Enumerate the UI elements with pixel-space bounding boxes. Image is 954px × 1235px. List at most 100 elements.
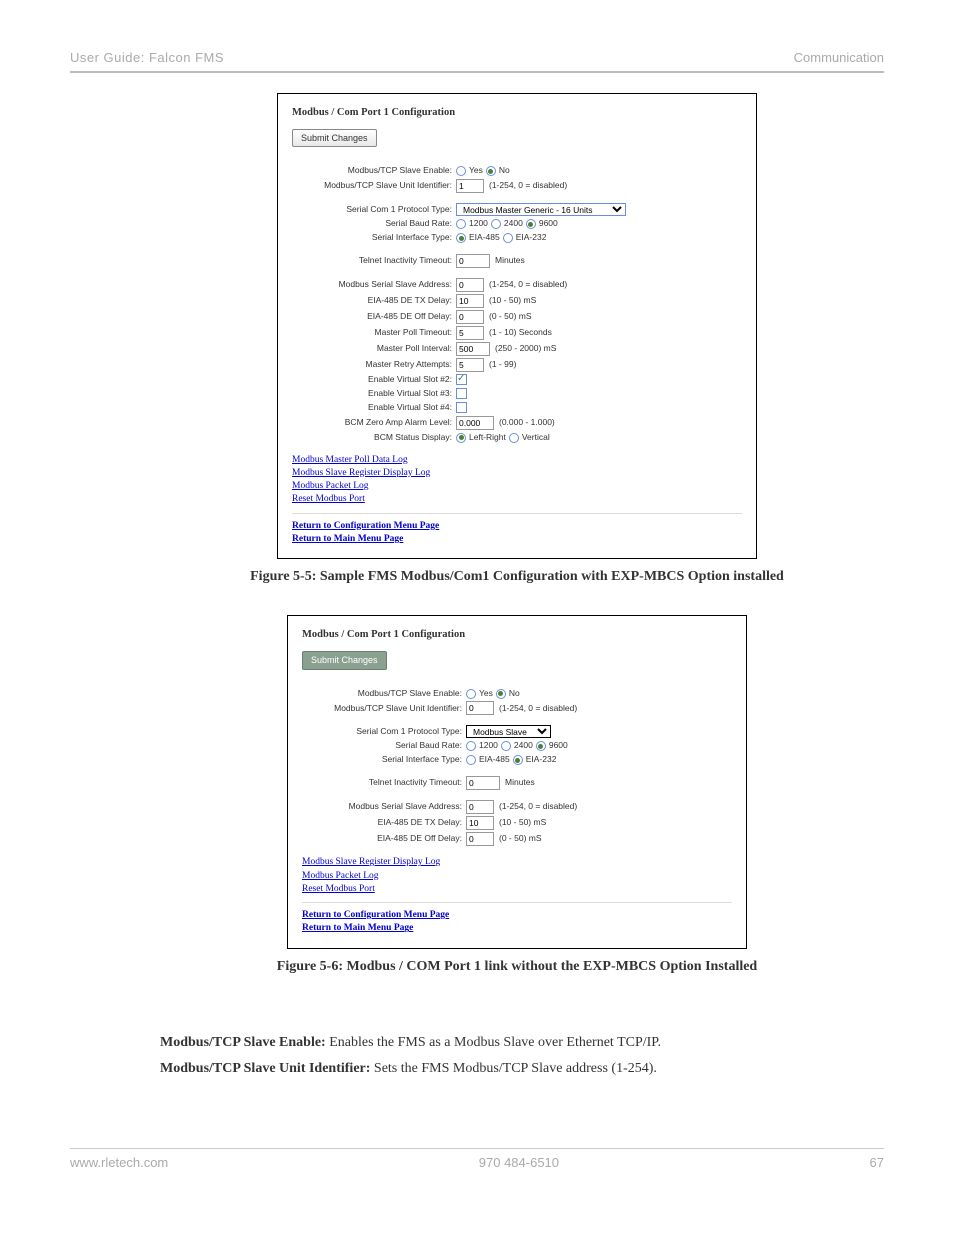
paragraph-2: Modbus/TCP Slave Unit Identifier: Sets t… [160,1061,874,1077]
tx-delay-hint-2: (10 - 50) mS [499,817,546,829]
vs2-checkbox[interactable] [456,374,467,385]
iface-485-radio-2[interactable] [466,755,476,765]
baud-9600-text-2: 9600 [549,740,568,752]
baud-2400-text-2: 2400 [514,740,533,752]
off-delay-label: EIA-485 DE Off Delay: [292,311,456,323]
bcm-v-radio[interactable] [509,433,519,443]
iface-232-radio[interactable] [503,233,513,243]
p2-bold: Modbus/TCP Slave Unit Identifier: [160,1061,370,1076]
slave-enable-no-text-2: No [509,688,520,700]
link-slave-reg-log-2[interactable]: Modbus Slave Register Display Log [302,856,732,869]
p1-rest: Enables the FMS as a Modbus Slave over E… [326,1035,661,1050]
iface-label: Serial Interface Type: [292,232,456,244]
baud-9600-radio-2[interactable] [536,741,546,751]
tx-delay-input[interactable] [456,294,484,308]
link-return-config[interactable]: Return to Configuration Menu Page [292,520,742,533]
link-reset-port-2[interactable]: Reset Modbus Port [302,883,732,896]
link-return-config-2[interactable]: Return to Configuration Menu Page [302,909,732,922]
tx-delay-input-2[interactable] [466,816,494,830]
baud-9600-text: 9600 [539,218,558,230]
retry-label: Master Retry Attempts: [292,359,456,371]
slave-addr-hint: (1-254, 0 = disabled) [489,279,567,291]
poll-to-hint: (1 - 10) Seconds [489,327,552,339]
slave-enable-label-2: Modbus/TCP Slave Enable: [302,688,466,700]
baud-1200-text-2: 1200 [479,740,498,752]
slave-unit-id-label-2: Modbus/TCP Slave Unit Identifier: [302,703,466,715]
link-master-poll-log[interactable]: Modbus Master Poll Data Log [292,454,742,467]
slave-enable-no-text: No [499,165,510,177]
slave-enable-yes-text-2: Yes [479,688,493,700]
poll-to-input[interactable] [456,326,484,340]
tx-delay-label: EIA-485 DE TX Delay: [292,295,456,307]
retry-input[interactable] [456,358,484,372]
iface-485-text-2: EIA-485 [479,754,510,766]
off-delay-input[interactable] [456,310,484,324]
link-return-main-2[interactable]: Return to Main Menu Page [302,922,732,935]
iface-label-2: Serial Interface Type: [302,754,466,766]
figure-5-5-caption: Figure 5-5: Sample FMS Modbus/Com1 Confi… [160,569,874,585]
link-return-main[interactable]: Return to Main Menu Page [292,533,742,546]
slave-unit-id-label: Modbus/TCP Slave Unit Identifier: [292,180,456,192]
bcm-zero-input[interactable] [456,416,494,430]
submit-changes-button[interactable]: Submit Changes [292,129,377,148]
protocol-type-label: Serial Com 1 Protocol Type: [292,204,456,216]
vs4-label: Enable Virtual Slot #4: [292,402,456,414]
link-reset-port[interactable]: Reset Modbus Port [292,493,742,506]
baud-2400-radio-2[interactable] [501,741,511,751]
baud-label: Serial Baud Rate: [292,218,456,230]
bcm-v-text: Vertical [522,432,550,444]
telnet-label: Telnet Inactivity Timeout: [292,255,456,267]
protocol-type-select[interactable]: Modbus Master Generic - 16 Units [456,203,626,216]
slave-enable-yes-radio-2[interactable] [466,689,476,699]
slave-enable-no-radio[interactable] [486,166,496,176]
bcm-zero-label: BCM Zero Amp Alarm Level: [292,417,456,429]
poll-to-label: Master Poll Timeout: [292,327,456,339]
bcm-lr-text: Left-Right [469,432,506,444]
baud-1200-text: 1200 [469,218,488,230]
bcm-lr-radio[interactable] [456,433,466,443]
telnet-input-2[interactable] [466,776,500,790]
header-right: Communication [794,50,884,65]
protocol-type-select-2[interactable]: Modbus Slave [466,725,551,738]
off-delay-hint: (0 - 50) mS [489,311,532,323]
poll-int-label: Master Poll Interval: [292,343,456,355]
link-packet-log[interactable]: Modbus Packet Log [292,480,742,493]
baud-9600-radio[interactable] [526,219,536,229]
slave-enable-yes-radio[interactable] [456,166,466,176]
p1-bold: Modbus/TCP Slave Enable: [160,1035,326,1050]
slave-unit-id-hint-2: (1-254, 0 = disabled) [499,703,577,715]
slave-enable-yes-text: Yes [469,165,483,177]
slave-enable-no-radio-2[interactable] [496,689,506,699]
footer-center: 970 484-6510 [479,1155,559,1170]
off-delay-label-2: EIA-485 DE Off Delay: [302,833,466,845]
page-footer: www.rletech.com 970 484-6510 67 [70,1148,884,1170]
p2-rest: Sets the FMS Modbus/TCP Slave address (1… [370,1061,656,1076]
baud-label-2: Serial Baud Rate: [302,740,466,752]
slave-unit-id-hint: (1-254, 0 = disabled) [489,180,567,192]
submit-changes-button-2[interactable]: Submit Changes [302,651,387,670]
slave-unit-id-input[interactable] [456,179,484,193]
link-packet-log-2[interactable]: Modbus Packet Log [302,870,732,883]
slave-unit-id-input-2[interactable] [466,701,494,715]
iface-232-radio-2[interactable] [513,755,523,765]
telnet-input[interactable] [456,254,490,268]
paragraph-1: Modbus/TCP Slave Enable: Enables the FMS… [160,1035,874,1051]
poll-int-input[interactable] [456,342,490,356]
vs4-checkbox[interactable] [456,402,467,413]
baud-2400-radio[interactable] [491,219,501,229]
baud-1200-radio[interactable] [456,219,466,229]
off-delay-input-2[interactable] [466,832,494,846]
poll-int-hint: (250 - 2000) mS [495,343,556,355]
slave-enable-label: Modbus/TCP Slave Enable: [292,165,456,177]
vs3-checkbox[interactable] [456,388,467,399]
off-delay-hint-2: (0 - 50) mS [499,833,542,845]
slave-addr-input[interactable] [456,278,484,292]
box2-title: Modbus / Com Port 1 Configuration [302,628,732,643]
link-slave-reg-log[interactable]: Modbus Slave Register Display Log [292,467,742,480]
iface-485-radio[interactable] [456,233,466,243]
baud-1200-radio-2[interactable] [466,741,476,751]
config-box-1: Modbus / Com Port 1 Configuration Submit… [277,93,757,559]
footer-left: www.rletech.com [70,1155,168,1170]
slave-addr-input-2[interactable] [466,800,494,814]
vs3-label: Enable Virtual Slot #3: [292,388,456,400]
